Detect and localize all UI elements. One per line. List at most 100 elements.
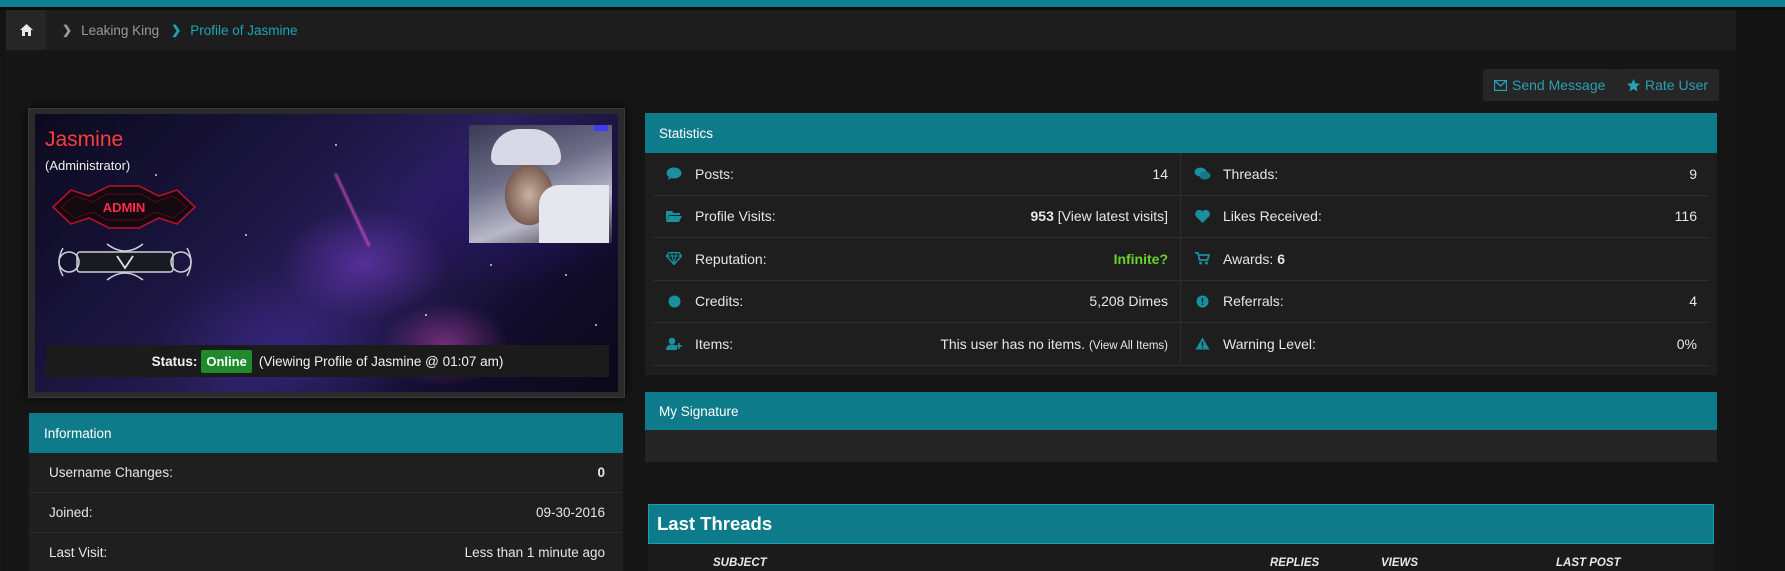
stat-label: Awards: (1223, 250, 1274, 267)
signature-title: My Signature (645, 392, 1717, 430)
stat-referrals: Referrals: 4 (1181, 281, 1709, 323)
stat-items: Items: This user has no items. (View All… (653, 323, 1181, 366)
stat-warning-level: Warning Level: 0% (1181, 323, 1709, 366)
stat-label: Threads: (1223, 165, 1279, 182)
column-header-subject[interactable]: SUBJECT (713, 557, 767, 569)
cover-star (565, 274, 567, 276)
cover-star (155, 174, 157, 176)
cover-star (595, 324, 597, 326)
column-header-last-post[interactable]: LAST POST (1556, 557, 1621, 569)
ornament-badge-icon (58, 243, 192, 281)
heart-icon (1193, 208, 1211, 224)
send-message-label: Send Message (1512, 77, 1606, 93)
stat-value: Infinite? (1113, 250, 1168, 267)
star-icon (1627, 78, 1640, 91)
stat-value: This user has no items. (940, 335, 1086, 352)
cover-star (425, 314, 427, 316)
stat-value: 5,208 Dimes (1089, 293, 1168, 310)
stat-value[interactable]: 6 (1277, 251, 1285, 267)
avatar-sleeve (539, 185, 609, 243)
warning-icon (1193, 336, 1211, 352)
breadcrumb-label[interactable]: Leaking King (81, 23, 159, 38)
diamond-icon (665, 251, 683, 267)
column-header-views[interactable]: VIEWS (1381, 557, 1418, 569)
stat-label-group: Awards: 6 (1223, 251, 1697, 267)
info-label: Username Changes: (49, 465, 173, 480)
stat-label: Posts: (695, 165, 734, 182)
home-icon (19, 24, 33, 36)
profile-role: (Administrator) (45, 158, 131, 173)
folder-open-icon (665, 208, 683, 224)
information-title: Information (29, 413, 623, 453)
last-threads-title: Last Threads (648, 504, 1714, 544)
top-accent-line (0, 0, 1785, 7)
stat-label: Reputation: (695, 250, 767, 267)
stat-label: Items: (695, 335, 734, 352)
signature-body (645, 430, 1717, 462)
online-badge: Online (201, 349, 252, 373)
stat-value: 14 (1152, 165, 1168, 182)
profile-cover: Jasmine (Administrator) ADMIN Status: On… (35, 114, 618, 392)
stat-label: Likes Received: (1223, 208, 1322, 225)
avatar-light (594, 125, 608, 131)
stat-value-group: 953 [View latest visits] (1031, 208, 1168, 224)
info-label: Last Visit: (49, 545, 108, 560)
cover-star (335, 144, 337, 146)
breadcrumb-home[interactable] (6, 10, 46, 50)
info-row-joined: Joined: 09-30-2016 (29, 493, 623, 533)
coin-icon (665, 293, 683, 309)
stat-value: 4 (1689, 293, 1697, 310)
breadcrumb-item-forum[interactable]: ❯ Leaking King (62, 23, 159, 38)
info-value: Less than 1 minute ago (464, 545, 605, 560)
view-all-items-link[interactable]: (View All Items) (1089, 340, 1168, 352)
rate-user-label: Rate User (1645, 77, 1709, 93)
cover-nebula-streak (334, 161, 396, 247)
info-row-last-visit: Last Visit: Less than 1 minute ago (29, 533, 623, 571)
information-panel: Information Username Changes: 0 Joined: … (29, 413, 623, 571)
page-container: ❯ Leaking King ❯ Profile of Jasmine Send… (6, 10, 1736, 571)
statistics-grid: Posts: 14 Threads: 9 Profile Visits: 953… (645, 153, 1717, 366)
avatar-cap (491, 129, 561, 165)
user-plus-icon (665, 336, 683, 352)
admin-badge-icon: ADMIN (51, 185, 197, 229)
stat-label: Warning Level: (1223, 335, 1316, 352)
info-label: Joined: (49, 505, 93, 520)
breadcrumb: ❯ Leaking King ❯ Profile of Jasmine (6, 10, 1736, 50)
envelope-icon (1494, 79, 1507, 91)
stat-value: 953 (1030, 208, 1054, 225)
info-circle-icon (1193, 293, 1211, 309)
breadcrumb-item-current[interactable]: ❯ Profile of Jasmine (171, 23, 297, 38)
profile-avatar (469, 125, 612, 243)
comment-icon (665, 166, 683, 182)
rate-user-button[interactable]: Rate User (1616, 69, 1720, 101)
chevron-right-icon: ❯ (62, 23, 73, 37)
stat-awards: Awards: 6 (1181, 238, 1709, 281)
stat-label: Credits: (695, 293, 744, 310)
profile-username: Jasmine (45, 128, 124, 151)
signature-panel: My Signature (642, 389, 1720, 465)
stat-credits: Credits: 5,208 Dimes (653, 280, 1181, 323)
send-message-button[interactable]: Send Message (1483, 69, 1617, 101)
view-latest-visits-link[interactable]: [View latest visits] (1058, 208, 1168, 224)
stat-label: Profile Visits: (695, 208, 776, 225)
stat-reputation: Reputation: Infinite? (653, 238, 1181, 281)
info-value: 0 (597, 465, 605, 480)
column-header-replies[interactable]: REPLIES (1270, 557, 1319, 569)
stat-value: 116 (1674, 208, 1697, 225)
statistics-panel: Statistics Posts: 14 Threads: 9 Profile … (642, 110, 1720, 378)
chevron-right-icon: ❯ (171, 23, 182, 37)
stat-value-group: This user has no items. (View All Items) (940, 336, 1168, 352)
cart-icon (1193, 251, 1211, 267)
statistics-title: Statistics (645, 113, 1717, 153)
stat-label: Referrals: (1223, 293, 1284, 310)
stat-posts: Posts: 14 (653, 153, 1181, 196)
status-label: Status: (151, 353, 198, 369)
status-detail: (Viewing Profile of Jasmine @ 01:07 am) (258, 353, 504, 369)
breadcrumb-label[interactable]: Profile of Jasmine (190, 23, 297, 38)
stat-likes: Likes Received: 116 (1181, 196, 1709, 238)
profile-card: Jasmine (Administrator) ADMIN Status: On… (28, 108, 625, 398)
cover-star (245, 234, 247, 236)
stat-profile-visits: Profile Visits: 953 [View latest visits] (653, 195, 1181, 238)
admin-badge-text: ADMIN (103, 200, 146, 215)
stat-value: 9 (1689, 165, 1697, 182)
